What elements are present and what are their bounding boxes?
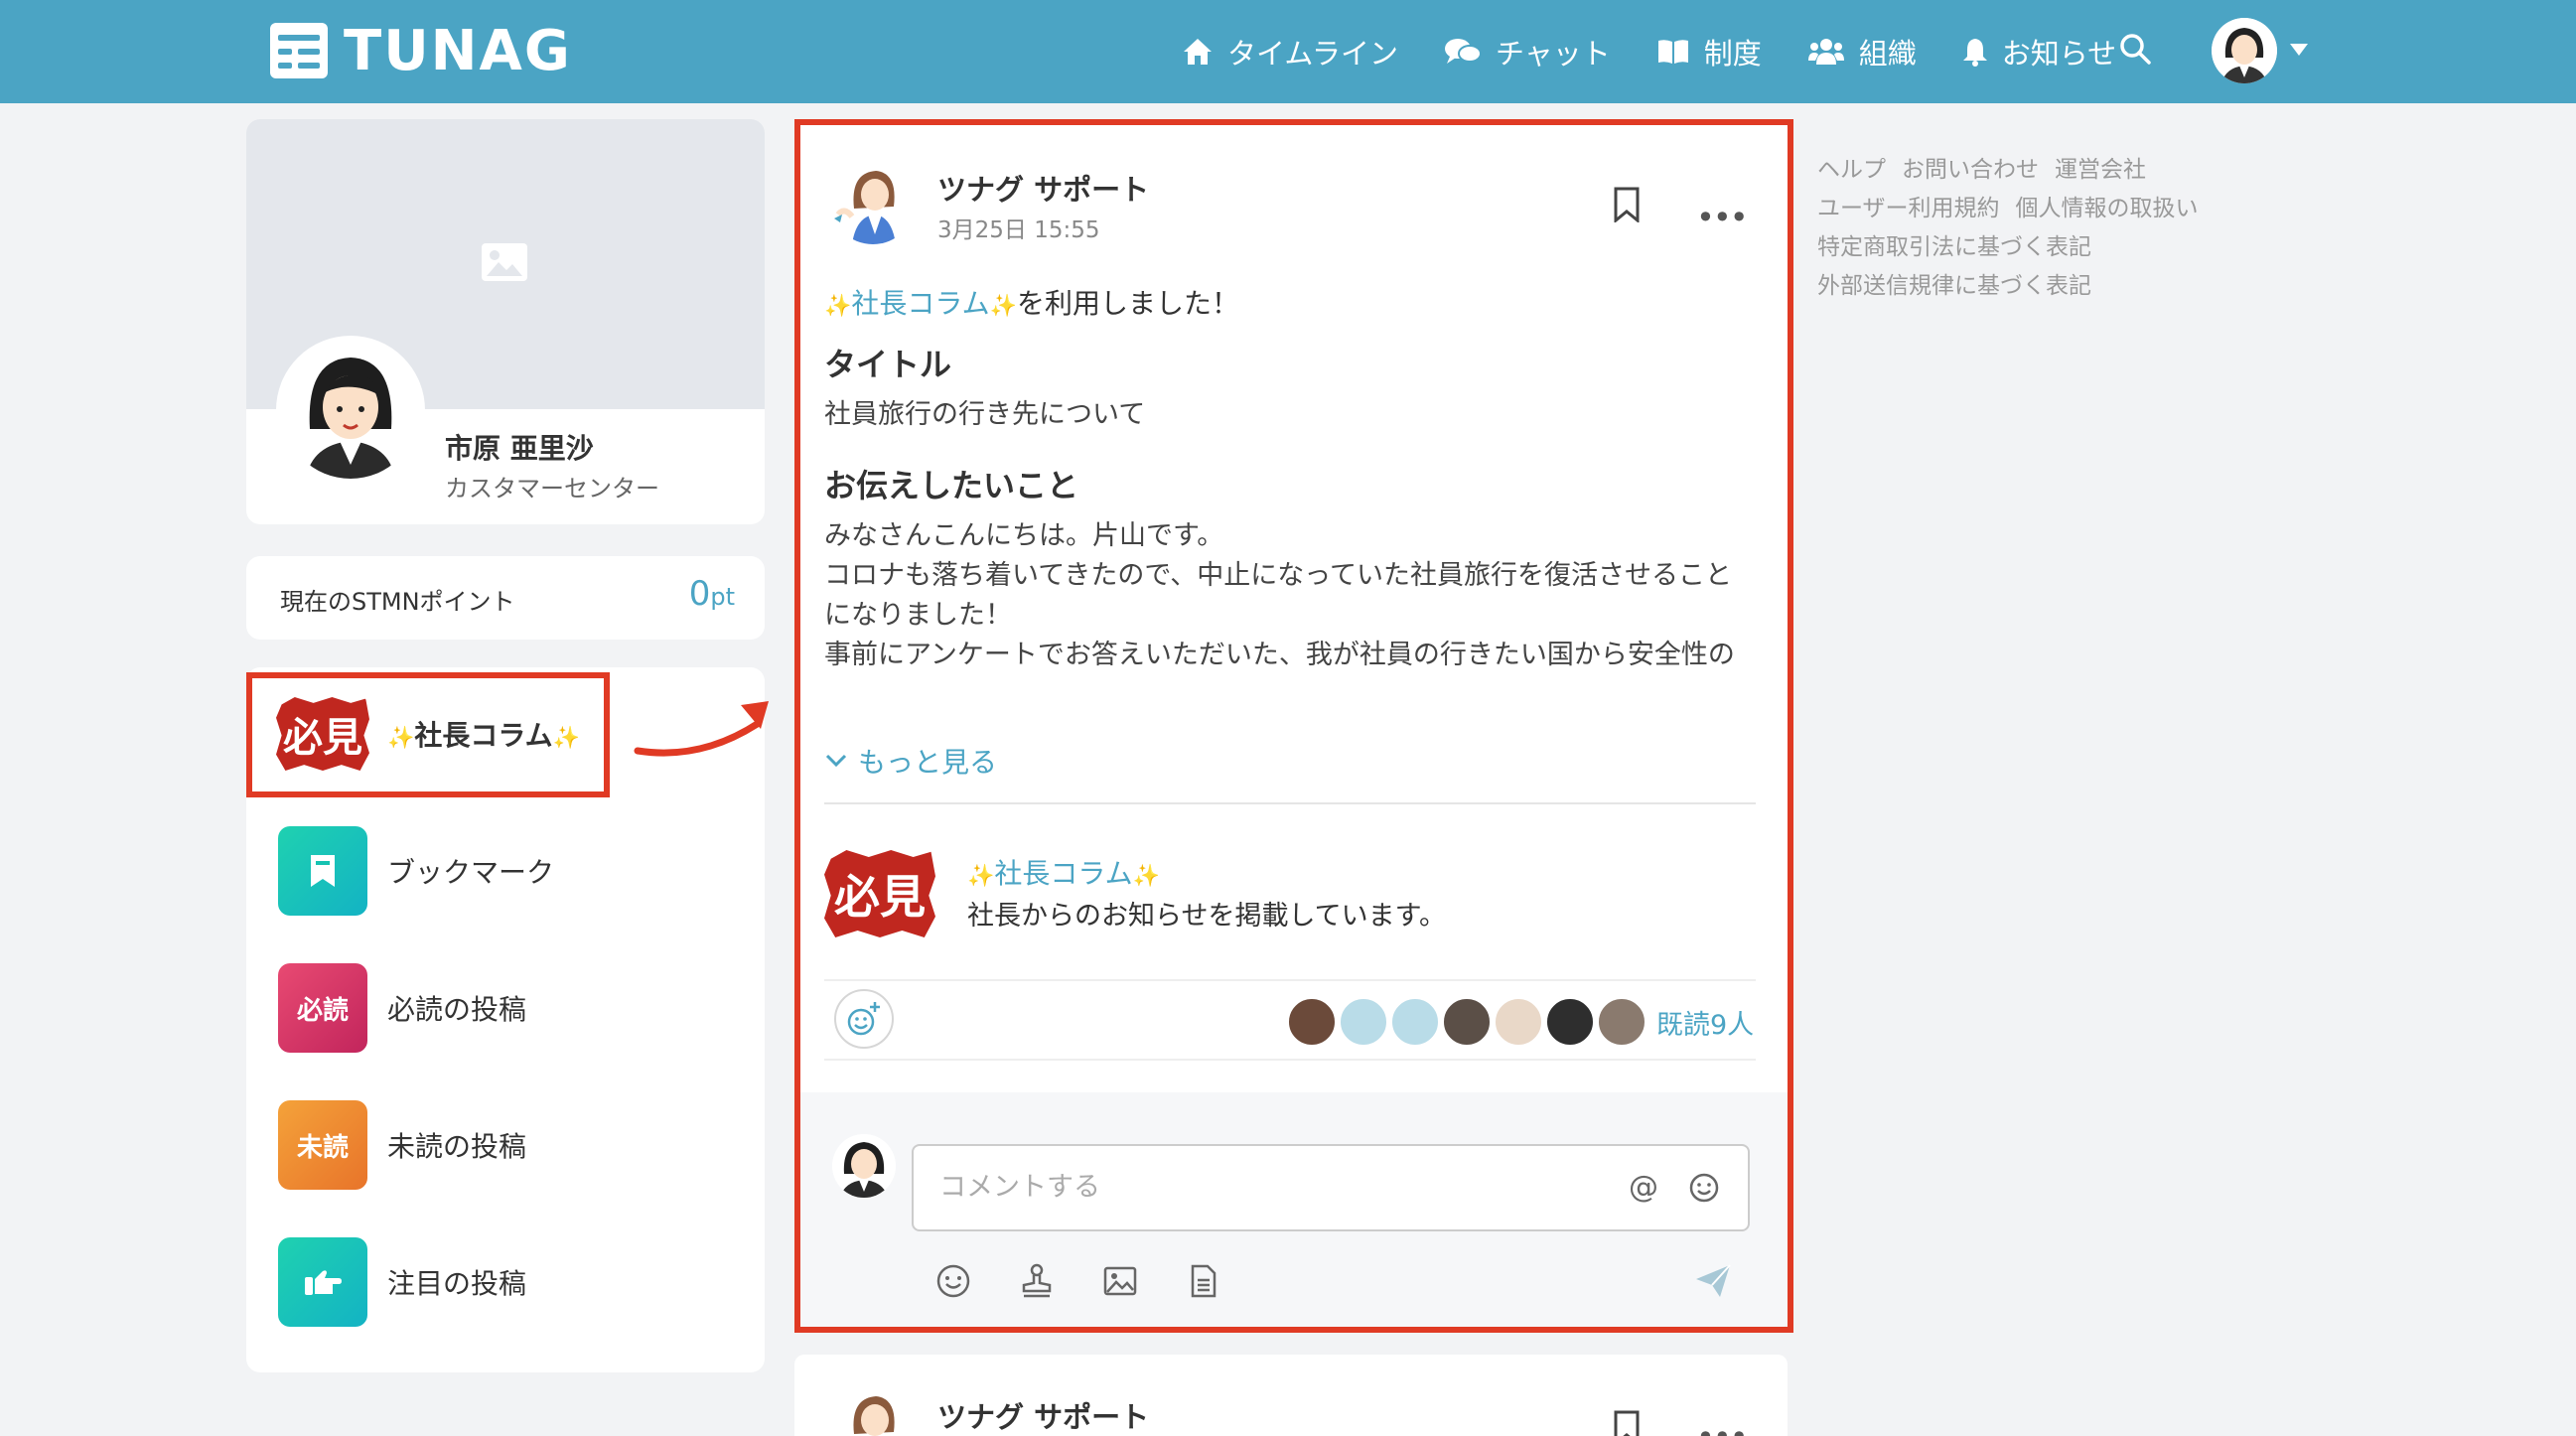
points-value: 0pt — [688, 574, 735, 614]
avatar[interactable] — [276, 336, 425, 485]
arrow-icon — [634, 701, 769, 757]
nav-system-label: 制度 — [1703, 37, 1762, 71]
bell-icon — [1962, 39, 1987, 67]
sidebar-item-bookmark[interactable]: ブックマーク — [278, 826, 554, 916]
external-transmission-link[interactable]: 外部送信規律に基づく表記 — [1817, 267, 2091, 306]
bookmark-icon[interactable] — [1613, 1410, 1641, 1436]
profile-card: 市原 亜里沙 カスタマーセンター — [246, 119, 765, 524]
contact-link[interactable]: お問い合わせ — [1902, 151, 2039, 190]
image-placeholder-icon — [482, 243, 527, 281]
footer-links: ヘルプ お問い合わせ 運営会社 ユーザー利用規約 個人情報の取扱い 特定商取引法に基づ… — [1817, 151, 2234, 306]
nav-organization-label: 組織 — [1858, 37, 1917, 71]
sidebar-item-label: 注目の投稿 — [387, 1267, 527, 1300]
points-card[interactable]: 現在のSTMNポイント 0pt — [246, 556, 765, 640]
logo-text: TUNAG — [344, 18, 572, 83]
profile-department: カスタマーセンター — [445, 475, 659, 503]
nav-organization[interactable]: 組織 — [1807, 31, 1917, 72]
chat-icon — [1444, 39, 1482, 64]
author-avatar[interactable] — [830, 1384, 916, 1436]
nav-chat-label: チャット — [1495, 37, 1611, 71]
points-label: 現在のSTMNポイント — [280, 588, 515, 616]
chevron-down-icon[interactable] — [2290, 44, 2308, 56]
nav-notifications[interactable]: お知らせ — [1962, 31, 2116, 72]
sidebar-item-featured[interactable]: 注目の投稿 — [278, 1237, 526, 1327]
nav-chat[interactable]: チャット — [1444, 31, 1611, 72]
sidebar-item-label: 必読の投稿 — [387, 993, 527, 1026]
nav-timeline-label: タイムライン — [1227, 37, 1398, 71]
bookmark-icon — [278, 826, 367, 916]
highlight-box-post — [794, 119, 1793, 1333]
sidebar-item-label: ブックマーク — [387, 856, 555, 889]
nav-notifications-label: お知らせ — [2001, 37, 2117, 71]
unread-badge-icon: 未読 — [278, 1100, 367, 1190]
sidebar-item-must-read[interactable]: 必読 必読の投稿 — [278, 963, 526, 1053]
sidebar-item-unread[interactable]: 未読 未読の投稿 — [278, 1100, 526, 1190]
tunag-logo[interactable]: TUNAG — [270, 19, 572, 83]
must-read-badge-icon: 必読 — [278, 963, 367, 1053]
pointing-hand-icon — [278, 1237, 367, 1327]
home-icon — [1184, 39, 1212, 65]
main-nav: タイムライン チャット 制度 組織 お知らせ — [1182, 0, 2162, 103]
book-icon — [1657, 40, 1688, 64]
nav-system[interactable]: 制度 — [1656, 31, 1762, 72]
avatar-icon — [2212, 18, 2277, 83]
avatar-icon — [830, 1384, 916, 1436]
nav-timeline[interactable]: タイムライン — [1182, 31, 1398, 72]
highlight-box-sidebar — [246, 672, 610, 797]
logo-mark-icon — [270, 23, 328, 78]
timeline-post: ツナグ サポート ••• — [794, 1355, 1788, 1436]
commerce-law-link[interactable]: 特定商取引法に基づく表記 — [1817, 228, 2091, 267]
top-header: TUNAG タイムライン チャット 制度 組織 お知らせ — [0, 0, 2576, 103]
search-button[interactable] — [2118, 32, 2152, 70]
avatar-icon — [282, 342, 419, 479]
user-avatar-menu[interactable] — [2212, 18, 2277, 83]
search-icon — [2120, 34, 2151, 65]
privacy-link[interactable]: 個人情報の取扱い — [2016, 190, 2199, 228]
help-link[interactable]: ヘルプ — [1817, 151, 1886, 190]
more-options-icon[interactable]: ••• — [1696, 1418, 1749, 1436]
company-link[interactable]: 運営会社 — [2055, 151, 2146, 190]
profile-name[interactable]: 市原 亜里沙 — [445, 427, 594, 467]
terms-link[interactable]: ユーザー利用規約 — [1817, 190, 2000, 228]
sidebar-item-label: 未読の投稿 — [387, 1130, 527, 1163]
users-icon — [1807, 39, 1844, 65]
post-author-name[interactable]: ツナグ サポート — [937, 1394, 1149, 1436]
